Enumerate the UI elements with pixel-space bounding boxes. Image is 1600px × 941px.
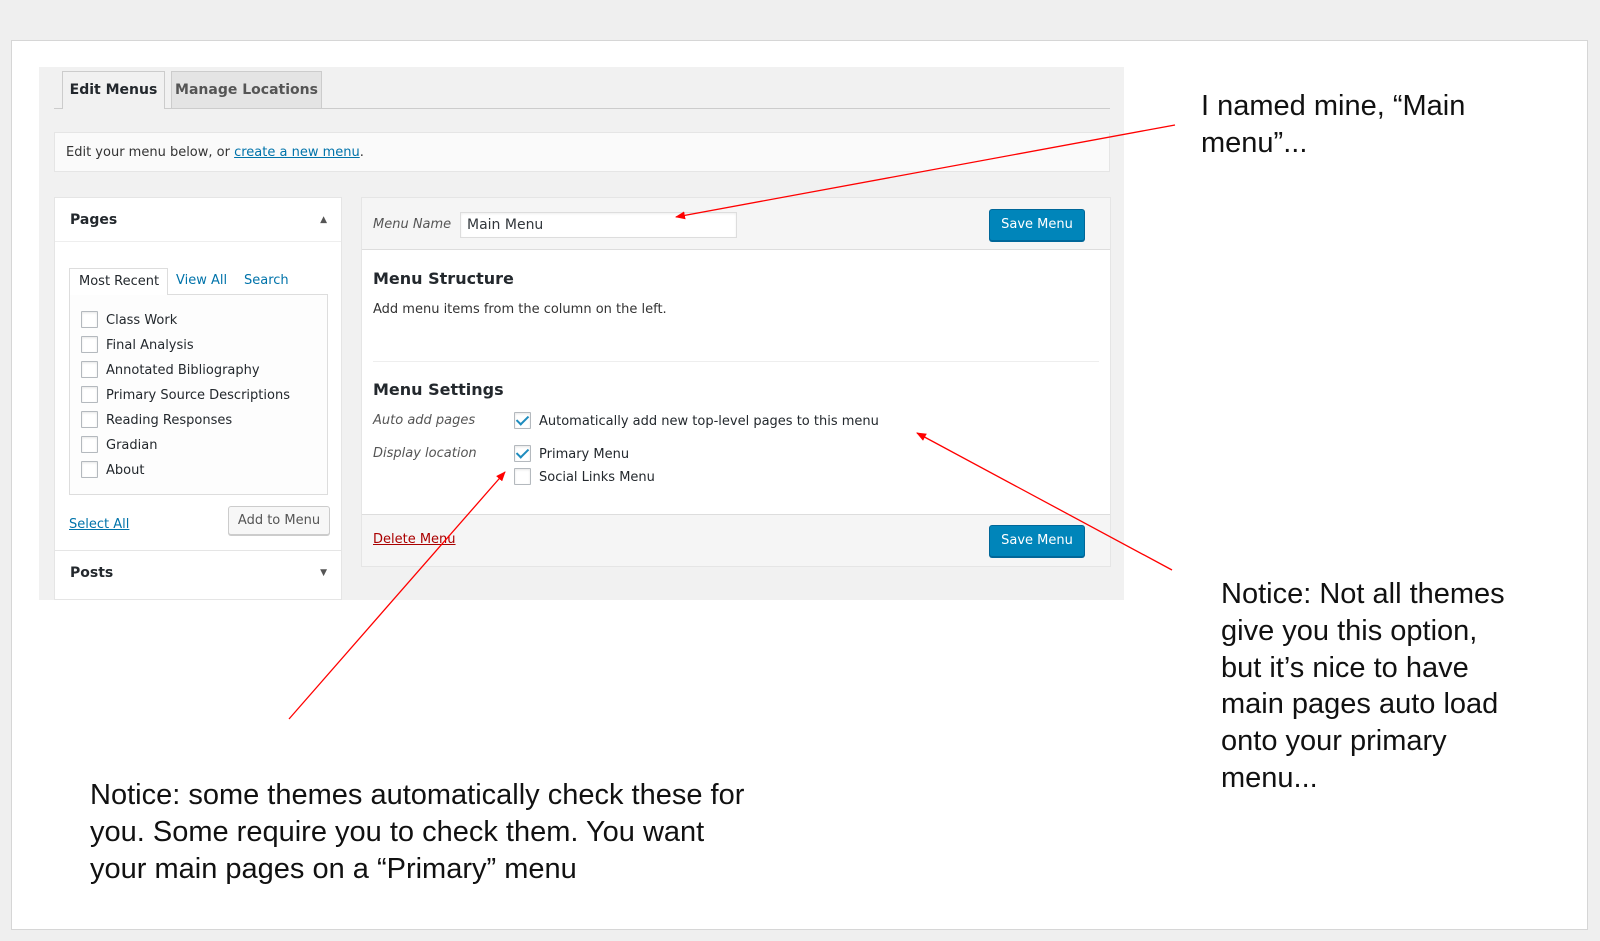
arrow-to-auto-add bbox=[916, 432, 1173, 571]
arrow-to-menu-name bbox=[675, 124, 1176, 220]
tab-edit-menus[interactable]: Edit Menus bbox=[62, 71, 165, 109]
arrow-to-primary-menu bbox=[288, 471, 506, 720]
subtab-most-recent[interactable]: Most Recent bbox=[69, 268, 168, 295]
annotation-arrows bbox=[288, 124, 1176, 720]
